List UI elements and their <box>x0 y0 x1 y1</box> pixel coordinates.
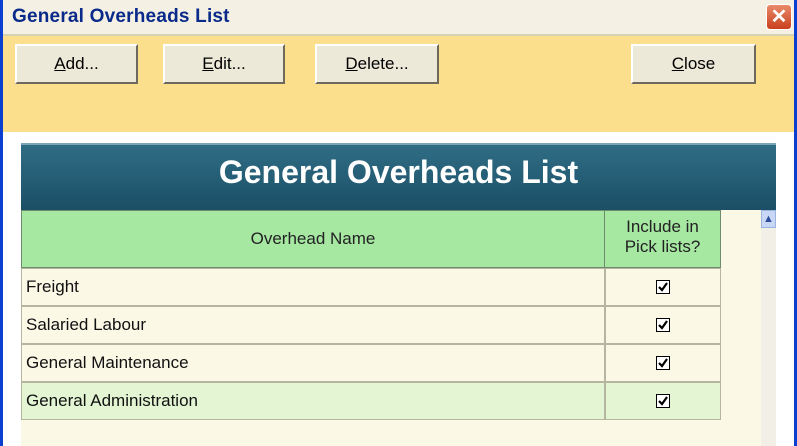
table-row[interactable]: Salaried Labour <box>21 306 721 344</box>
close-icon[interactable]: ✕ <box>766 4 792 30</box>
add-button[interactable]: Add... <box>15 44 138 84</box>
title-bar: General Overheads List ✕ <box>3 0 794 36</box>
include-cell[interactable] <box>605 306 721 344</box>
list-header-title: General Overheads List <box>218 154 579 190</box>
delete-mnemonic: D <box>345 54 358 73</box>
window-title: General Overheads List <box>12 6 230 27</box>
close-button[interactable]: Close <box>631 44 756 84</box>
include-cell[interactable] <box>605 382 721 420</box>
edit-button[interactable]: Edit... <box>163 44 285 84</box>
list-header-banner: General Overheads List <box>21 143 776 210</box>
table-row-selected[interactable]: General Administration <box>21 382 721 420</box>
checkbox-checked-icon[interactable] <box>656 280 670 294</box>
delete-button[interactable]: Delete... <box>315 44 439 84</box>
overhead-name-cell[interactable]: General Maintenance <box>21 344 605 382</box>
include-cell[interactable] <box>605 268 721 306</box>
table-row[interactable]: General Maintenance <box>21 344 721 382</box>
delete-label: elete... <box>357 54 409 73</box>
add-label: dd... <box>65 54 99 73</box>
edit-mnemonic: E <box>202 54 214 73</box>
chevron-up-icon[interactable]: ▲ <box>761 210 776 228</box>
add-mnemonic: A <box>54 54 66 73</box>
overhead-name-cell[interactable]: Salaried Labour <box>21 306 605 344</box>
checkbox-checked-icon[interactable] <box>656 356 670 370</box>
checkbox-checked-icon[interactable] <box>656 318 670 332</box>
close-mnemonic: C <box>671 54 685 73</box>
column-header-include-in-pick-lists[interactable]: Include in Pick lists? <box>604 210 721 268</box>
overhead-name-cell[interactable]: General Administration <box>21 382 605 420</box>
close-label: lose <box>684 54 716 73</box>
column-header-overhead-name[interactable]: Overhead Name <box>21 210 605 268</box>
window: General Overheads List ✕ Add... Edit... … <box>0 0 797 446</box>
vertical-scrollbar[interactable]: ▲ <box>761 210 776 446</box>
table-row[interactable]: Freight <box>21 268 721 306</box>
overheads-grid: Overhead Name Include in Pick lists? Fre… <box>21 210 761 446</box>
include-cell[interactable] <box>605 344 721 382</box>
checkbox-checked-icon[interactable] <box>656 394 670 408</box>
toolbar: Add... Edit... Delete... Close <box>3 36 794 132</box>
overhead-name-cell[interactable]: Freight <box>21 268 605 306</box>
edit-label: dit... <box>213 54 246 73</box>
